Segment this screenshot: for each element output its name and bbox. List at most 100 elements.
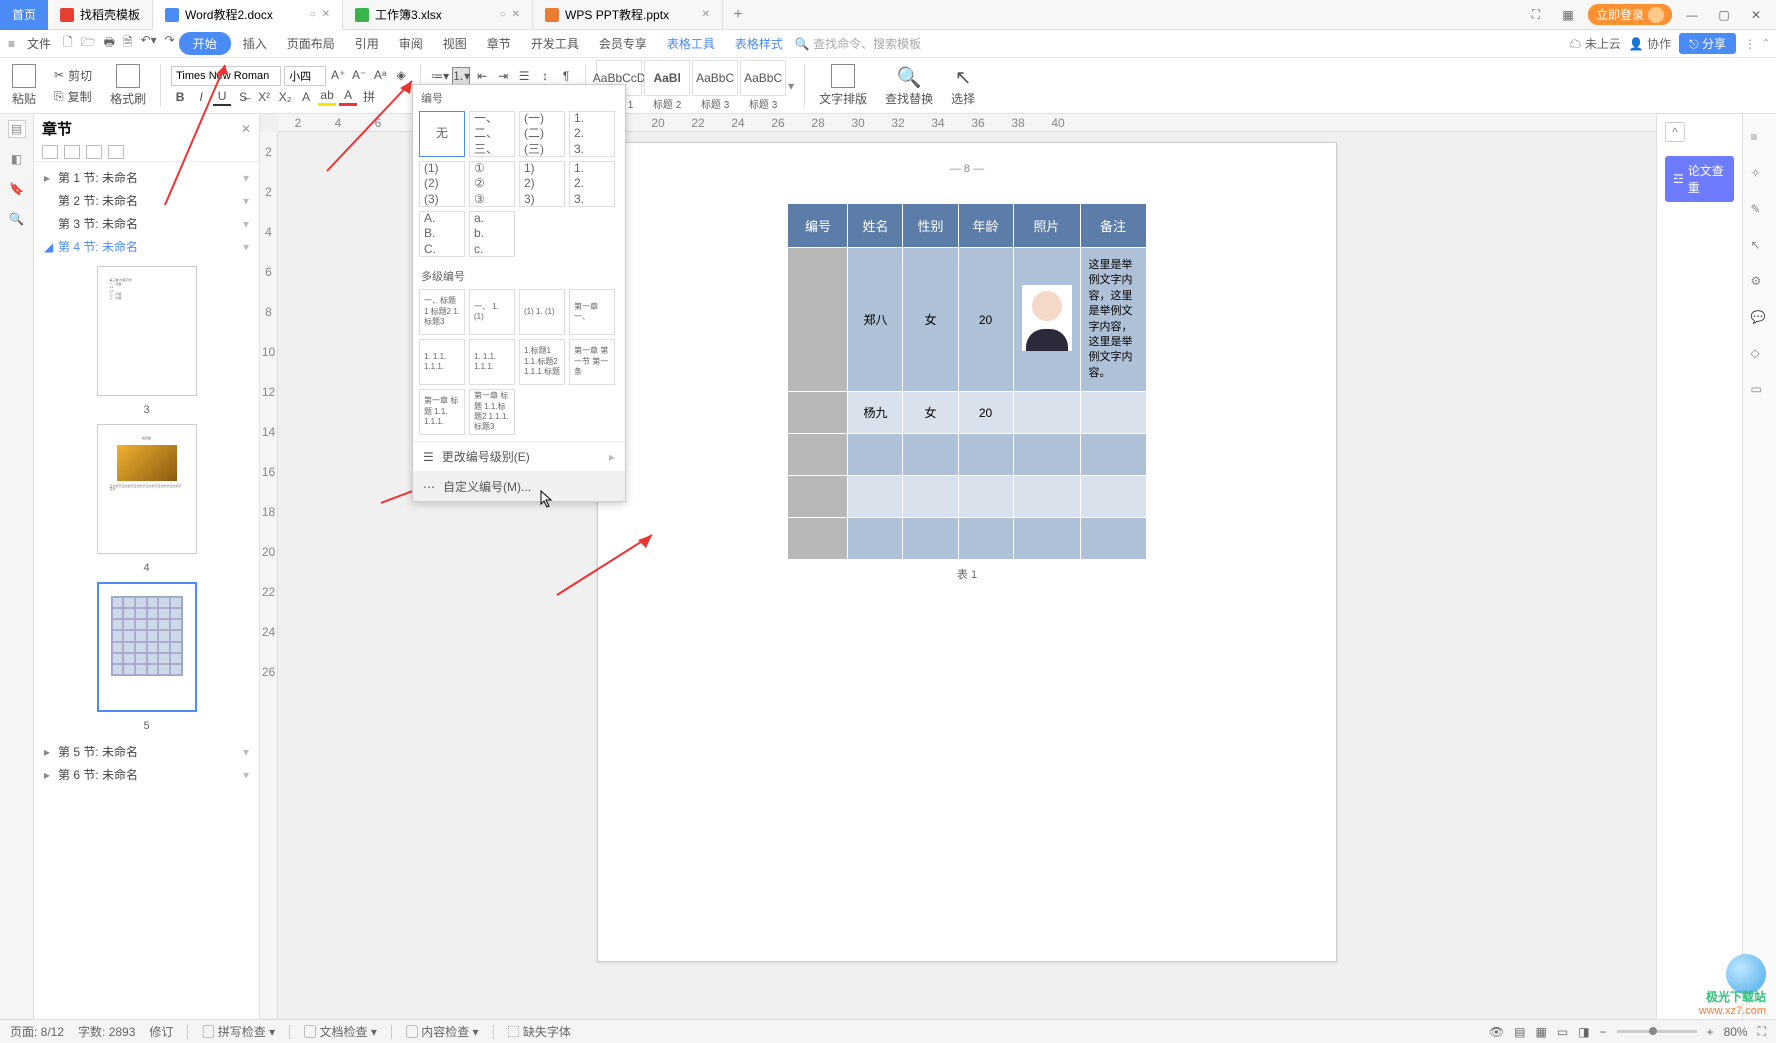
dual-view-icon[interactable]: ⛶ [1524, 7, 1548, 22]
table-cell[interactable] [958, 476, 1013, 518]
style-preset-3[interactable]: AaBbC [692, 60, 738, 96]
custom-numbering[interactable]: ⋯自定义编号(M)... [413, 471, 625, 501]
thesis-check-button[interactable]: ☲论文查重 [1665, 156, 1734, 202]
tool-1-icon[interactable] [42, 145, 58, 159]
task-icon[interactable]: ≡ [1751, 130, 1769, 148]
share-button[interactable]: ⎋ 分享 [1679, 33, 1736, 54]
section-item-3[interactable]: 第 3 节: 未命名▾ [34, 212, 259, 235]
table-row[interactable] [788, 434, 1146, 476]
menu-review[interactable]: 审阅 [391, 32, 431, 55]
numbering-option[interactable]: a.b.c. [469, 211, 515, 257]
multilevel-option[interactable]: 一、 1. (1) [469, 289, 515, 335]
shield-icon[interactable]: ◇ [1751, 346, 1769, 364]
book-icon[interactable]: ▭ [1751, 382, 1769, 400]
multilevel-option[interactable]: 第一章 第一节 第一条 [569, 339, 615, 385]
multilevel-option[interactable]: 第一章 一、 [569, 289, 615, 335]
menu-start[interactable]: 开始 [179, 32, 231, 55]
section-item-4[interactable]: ◢第 4 节: 未命名▾ [34, 235, 259, 258]
collapse-icon[interactable]: ^ [1665, 122, 1685, 142]
table-cell[interactable] [903, 434, 958, 476]
multilevel-option[interactable]: 一、标题1 标题2 1.标题3 [419, 289, 465, 335]
table-cell[interactable] [1013, 392, 1080, 434]
bullets-icon[interactable]: ≔▾ [431, 67, 449, 85]
style-more-icon[interactable]: ▾ [788, 79, 794, 93]
outline-view-icon[interactable]: ▤ [8, 120, 26, 138]
style-preset-2[interactable]: AaBl [644, 60, 690, 96]
view-mode-2-icon[interactable]: ▤ [1514, 1025, 1525, 1039]
table-cell[interactable]: 20 [958, 248, 1013, 392]
menu-icon[interactable]: ≡ [8, 37, 15, 51]
table-cell[interactable]: 杨九 [848, 392, 903, 434]
undo-icon[interactable]: ↶▾ [141, 33, 157, 54]
tab-word-doc[interactable]: Word教程2.docx○✕ [153, 0, 343, 30]
table-cell[interactable] [848, 476, 903, 518]
table-cell[interactable] [958, 434, 1013, 476]
open-icon[interactable]: 🗁 [81, 33, 96, 54]
menu-file[interactable]: 文件 [19, 32, 59, 55]
table-cell[interactable]: 郑八 [848, 248, 903, 392]
format-painter-button[interactable]: 格式刷 [104, 60, 152, 111]
page-thumb-3[interactable]: 第三章 内容示例一、内容1.11.2二、内容三、内容 [97, 266, 197, 396]
view-mode-1-icon[interactable]: 👁 [1489, 1025, 1504, 1039]
login-button[interactable]: 立即登录 [1588, 4, 1672, 25]
redo-icon[interactable]: ↷ [165, 33, 175, 54]
multilevel-option[interactable]: 1. 1.1. 1.1.1. [419, 339, 465, 385]
section-item-5[interactable]: ▸第 5 节: 未命名▾ [34, 740, 259, 763]
status-page[interactable]: 页面: 8/12 [10, 1023, 64, 1040]
select-button[interactable]: ↖选择 [945, 60, 981, 111]
menu-view[interactable]: 视图 [435, 32, 475, 55]
menu-reference[interactable]: 引用 [347, 32, 387, 55]
multilevel-option[interactable]: 第一章 标题 1.1.标题2 1.1.1.标题3 [469, 389, 515, 435]
cut-button[interactable]: ✂剪切 [50, 66, 96, 85]
search-panel-icon[interactable]: 🔍 [8, 210, 26, 228]
numbering-option[interactable]: (1)(2)(3) [419, 161, 465, 207]
chevron-up-icon[interactable]: ˆ [1764, 37, 1768, 51]
preview-icon[interactable]: 🗎 [123, 33, 133, 54]
table-cell[interactable] [788, 434, 848, 476]
document-page[interactable]: — 8 — 编号姓名性别年龄照片备注 郑八女20这里是举例文字内容，这里是举例文… [597, 142, 1337, 962]
table-cell[interactable]: 20 [958, 392, 1013, 434]
multilevel-option[interactable]: 1.标题1 1.1.标题2 1.1.1.标题 [519, 339, 565, 385]
multilevel-option[interactable]: (1) 1. (1) [519, 289, 565, 335]
sort-icon[interactable]: ☰ [515, 67, 533, 85]
numbering-option[interactable]: 1.2.3. [569, 111, 615, 157]
table-cell[interactable] [1013, 476, 1080, 518]
tab-add[interactable]: + [723, 6, 753, 24]
copy-button[interactable]: ⎘复制 [50, 87, 96, 106]
maximize-icon[interactable]: ▢ [1712, 8, 1736, 22]
table-cell[interactable] [1080, 392, 1146, 434]
content-table[interactable]: 编号姓名性别年龄照片备注 郑八女20这里是举例文字内容，这里是举例文字内容，这里… [787, 203, 1146, 560]
table-cell[interactable] [848, 434, 903, 476]
table-cell[interactable] [848, 518, 903, 560]
zoom-out-icon[interactable]: − [1600, 1025, 1607, 1039]
tab-xlsx[interactable]: 工作簿3.xlsx○✕ [343, 0, 533, 30]
view-mode-4-icon[interactable]: ▭ [1557, 1025, 1568, 1039]
view-mode-3-icon[interactable]: ▦ [1536, 1025, 1547, 1039]
table-cell[interactable] [788, 518, 848, 560]
zoom-in-icon[interactable]: + [1707, 1025, 1714, 1039]
decrease-indent-icon[interactable]: ⇤ [473, 67, 491, 85]
menu-insert[interactable]: 插入 [235, 32, 275, 55]
table-row[interactable]: 郑八女20这里是举例文字内容，这里是举例文字内容，这里是举例文字内容。 [788, 248, 1146, 392]
pointer-icon[interactable]: ↖ [1751, 238, 1769, 256]
section-item-6[interactable]: ▸第 6 节: 未命名▾ [34, 763, 259, 786]
show-marks-icon[interactable]: ¶ [557, 67, 575, 85]
tab-home[interactable]: 首页 [0, 0, 48, 30]
print-icon[interactable]: 🖶 [104, 33, 115, 54]
menu-table-tools[interactable]: 表格工具 [659, 32, 723, 55]
tool-3-icon[interactable] [86, 145, 102, 159]
status-words[interactable]: 字数: 2893 [78, 1023, 135, 1040]
multilevel-option[interactable]: 1. 1.1. 1.1.1. [469, 339, 515, 385]
apps-icon[interactable]: ▦ [1556, 8, 1580, 22]
cloud-status[interactable]: ☁ 未上云 [1570, 35, 1621, 52]
table-cell[interactable]: 女 [903, 248, 958, 392]
menu-member[interactable]: 会员专享 [591, 32, 655, 55]
menu-chapter[interactable]: 章节 [479, 32, 519, 55]
table-cell[interactable] [1080, 476, 1146, 518]
page-thumb-5[interactable] [97, 582, 197, 712]
menu-table-styles[interactable]: 表格样式 [727, 32, 791, 55]
search-input[interactable]: 🔍 查找命令、搜索模板 [795, 35, 921, 52]
numbering-option[interactable]: 1)2)3) [519, 161, 565, 207]
increase-indent-icon[interactable]: ⇥ [494, 67, 512, 85]
tool-4-icon[interactable] [108, 145, 124, 159]
